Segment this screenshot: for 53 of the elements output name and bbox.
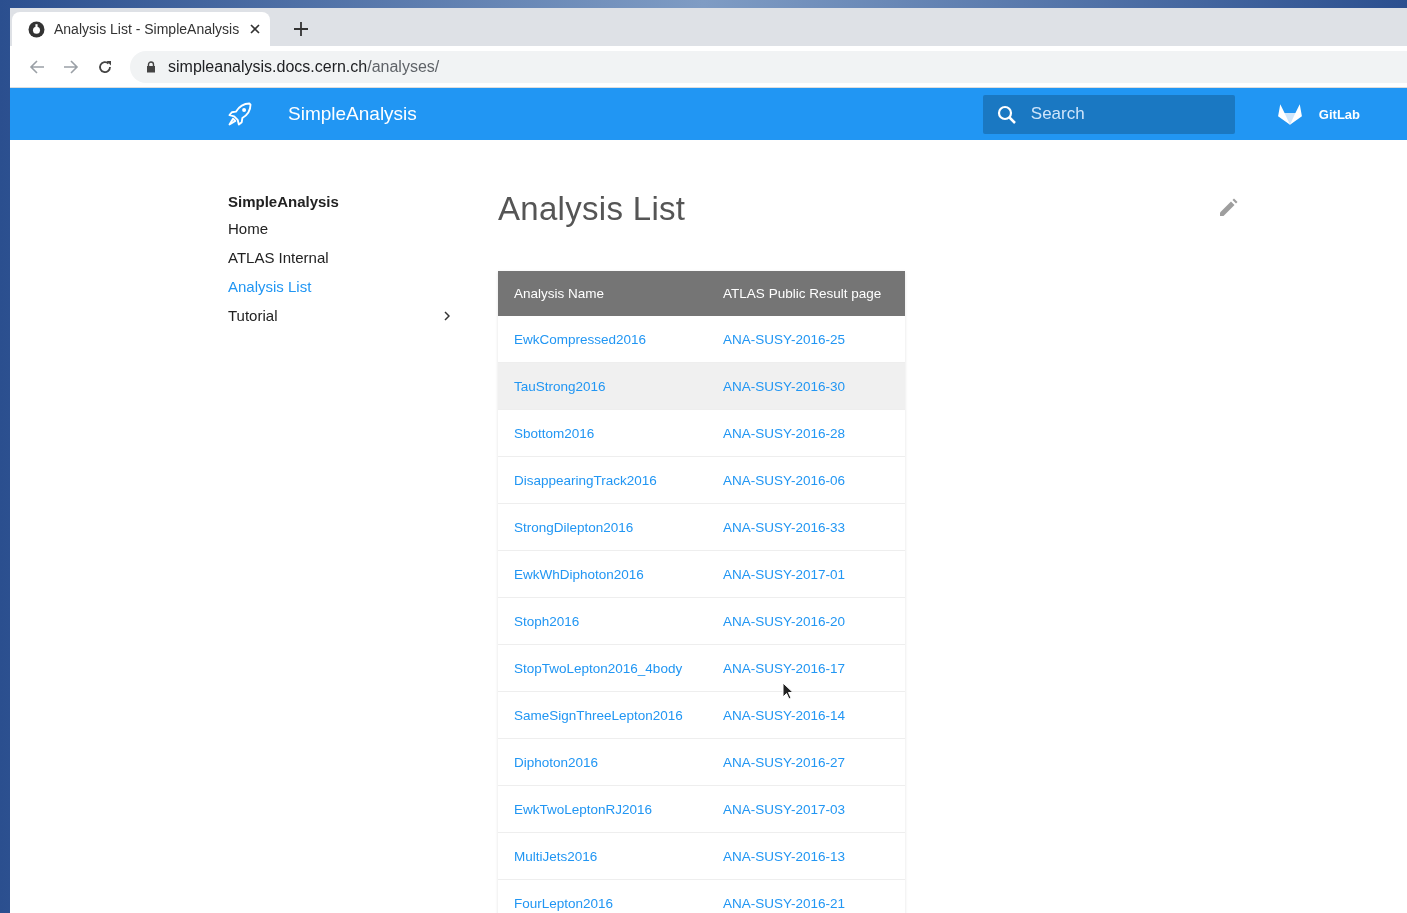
result-page-link[interactable]: ANA-SUSY-2016-20: [723, 613, 845, 629]
rocket-icon: [226, 100, 254, 128]
reload-icon[interactable]: [97, 58, 113, 75]
tab-title: Analysis List - SimpleAnalysis: [54, 21, 241, 37]
analysis-link[interactable]: EwkTwoLeptonRJ2016: [514, 801, 653, 817]
sidebar-item[interactable]: Analysis List: [228, 272, 450, 301]
result-page-link[interactable]: ANA-SUSY-2016-28: [723, 425, 845, 441]
search-field[interactable]: Search: [982, 94, 1235, 134]
sidebar-item[interactable]: Home: [228, 214, 450, 243]
sidebar-item[interactable]: ATLAS Internal: [228, 243, 450, 272]
analysis-link[interactable]: Stoph2016: [514, 613, 580, 629]
new-tab-icon[interactable]: [294, 22, 308, 36]
result-page-link[interactable]: ANA-SUSY-2016-30: [723, 378, 845, 394]
edit-icon[interactable]: [1218, 198, 1238, 218]
sidebar-title: SimpleAnalysis: [228, 192, 340, 212]
fox-logo-icon: [1276, 102, 1303, 126]
result-page-link[interactable]: ANA-SUSY-2016-13: [723, 848, 845, 864]
analysis-link[interactable]: FourLepton2016: [514, 895, 614, 911]
result-page-link[interactable]: ANA-SUSY-2017-03: [723, 801, 845, 817]
chevron-icon: [444, 310, 450, 321]
analysis-link[interactable]: Sbottom2016: [514, 425, 595, 441]
result-page-link[interactable]: ANA-SUSY-2016-06: [723, 472, 845, 488]
analysis-link[interactable]: Diphoton2016: [514, 754, 599, 770]
analysis-link[interactable]: MultiJets2016: [514, 848, 598, 864]
column-header: ATLAS Public Result page: [707, 271, 905, 316]
result-page-link[interactable]: ANA-SUSY-2016-21: [723, 895, 845, 911]
address-bar[interactable]: simpleanalysis.docs.cern.ch/analyses/: [130, 50, 1407, 83]
analysis-link[interactable]: DisappearingTrack2016: [514, 472, 657, 488]
search-icon: [996, 104, 1017, 125]
site-name[interactable]: SimpleAnalysis: [288, 103, 417, 125]
favicon-icon: [28, 20, 45, 38]
forward-icon[interactable]: [63, 58, 79, 75]
back-icon[interactable]: [29, 58, 45, 75]
analysis-link[interactable]: TauStrong2016: [514, 378, 606, 394]
analysis-link[interactable]: EwkWhDiphoton2016: [514, 566, 644, 582]
result-page-link[interactable]: ANA-SUSY-2016-17: [723, 660, 845, 676]
sidebar-item[interactable]: Tutorial: [228, 301, 450, 330]
page-title: Analysis List: [498, 190, 686, 228]
gitlab-link[interactable]: GitLab: [1276, 102, 1360, 126]
lock-icon: [146, 60, 156, 73]
result-page-link[interactable]: ANA-SUSY-2016-33: [723, 519, 845, 535]
analysis-link[interactable]: SameSignThreeLepton2016: [514, 707, 683, 723]
url-text: simpleanalysis.docs.cern.ch/analyses/: [168, 57, 440, 76]
analysis-link[interactable]: StrongDilepton2016: [514, 519, 634, 535]
result-page-link[interactable]: ANA-SUSY-2017-01: [723, 566, 845, 582]
result-page-link[interactable]: ANA-SUSY-2016-25: [723, 331, 845, 347]
analysis-link[interactable]: EwkCompressed2016: [514, 331, 647, 347]
browser-tab[interactable]: Analysis List - SimpleAnalysis: [12, 12, 270, 46]
analysis-link[interactable]: StopTwoLepton2016_4body: [514, 660, 683, 676]
close-icon[interactable]: [250, 24, 260, 34]
result-page-link[interactable]: ANA-SUSY-2016-14: [723, 707, 845, 723]
column-header: Analysis Name: [498, 271, 708, 316]
result-page-link[interactable]: ANA-SUSY-2016-27: [723, 754, 845, 770]
